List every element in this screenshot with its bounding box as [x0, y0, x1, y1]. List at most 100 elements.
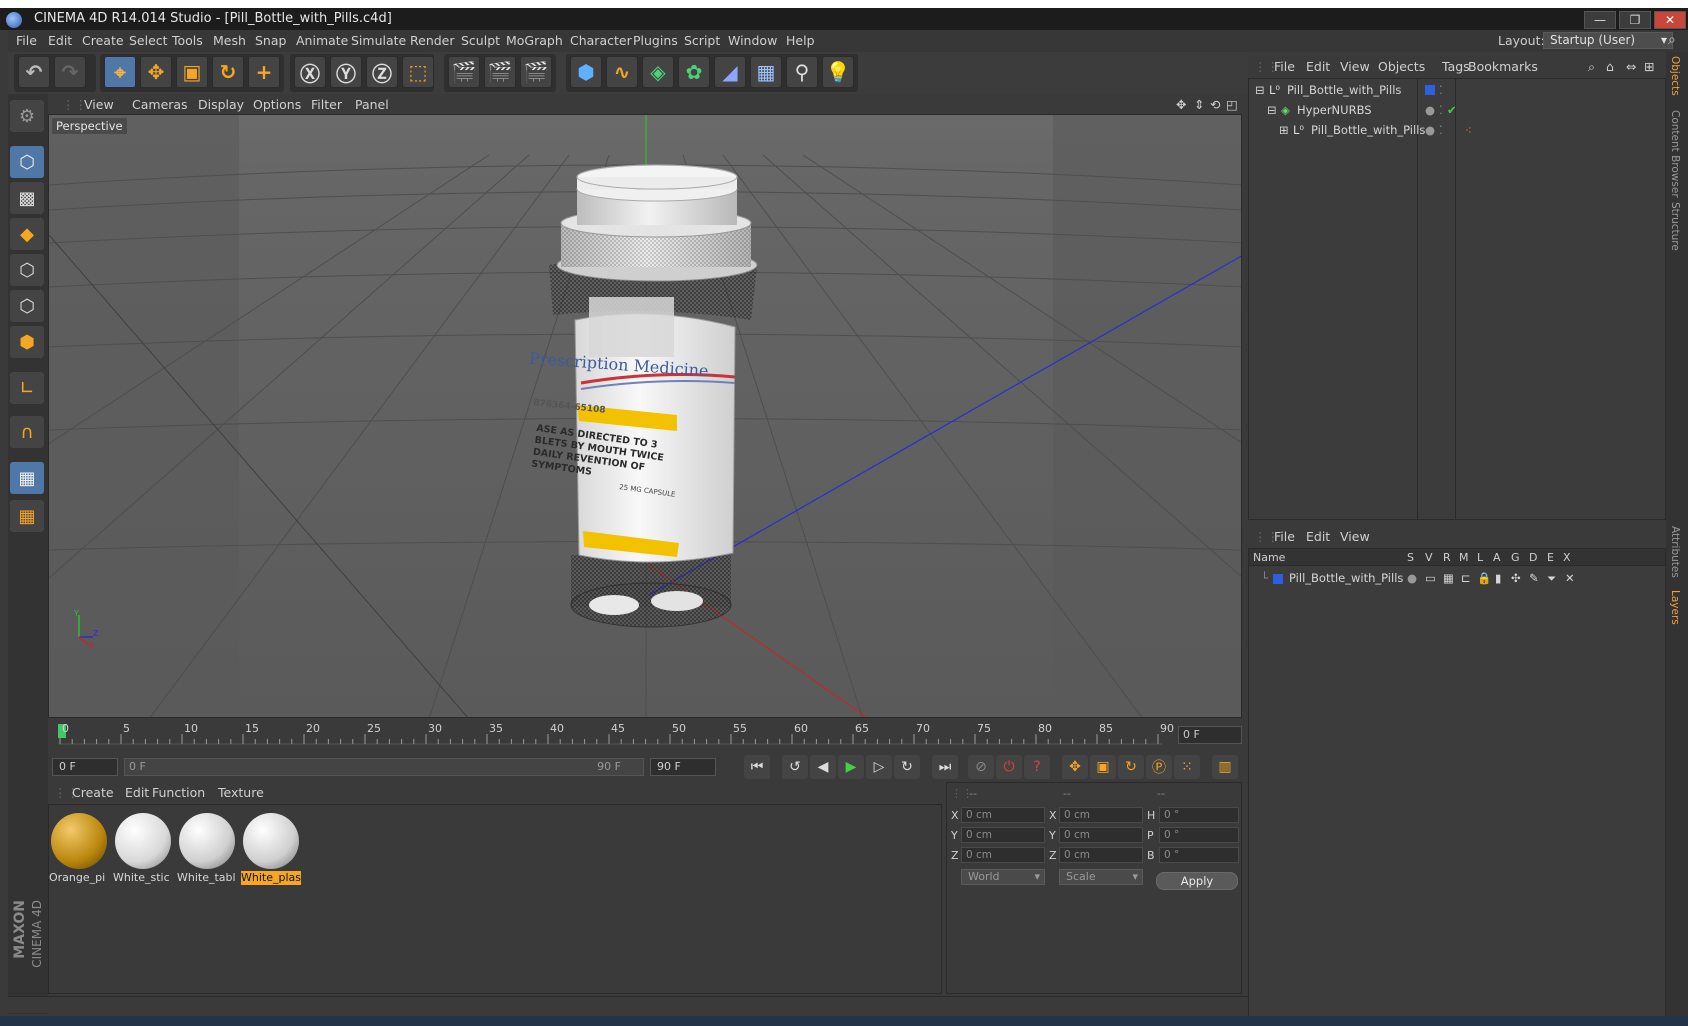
render-view-icon[interactable]: 🎬: [448, 56, 480, 88]
layer-color-swatch[interactable]: [1273, 574, 1283, 584]
material-swatch-white-tabl[interactable]: White_tabl: [177, 813, 237, 889]
expand-icon[interactable]: ⊟: [1267, 103, 1277, 117]
key-parameter-icon[interactable]: Ⓟ: [1146, 755, 1172, 779]
objects-menu-edit[interactable]: Edit: [1306, 59, 1330, 74]
new-window-icon[interactable]: ⊞: [1644, 59, 1654, 74]
menu-tools[interactable]: Tools: [172, 33, 203, 48]
viewport-camera-label[interactable]: Perspective: [52, 118, 127, 134]
cinema4d-app-icon[interactable]: [6, 12, 22, 28]
viewport-menu-panel[interactable]: Panel: [355, 97, 389, 112]
render-toggle-icon[interactable]: ▦: [1443, 571, 1454, 585]
layer-dot[interactable]: ●: [1425, 103, 1435, 117]
next-frame-icon[interactable]: ▷: [866, 755, 892, 779]
key-rotation-icon[interactable]: ↻: [1118, 755, 1144, 779]
menu-snap[interactable]: Snap: [255, 33, 286, 48]
solo-toggle-icon[interactable]: ●: [1407, 571, 1417, 585]
column-animation[interactable]: A: [1493, 551, 1501, 564]
axis-mode-icon[interactable]: ∟: [10, 372, 44, 404]
viewport-menu-display[interactable]: Display: [198, 97, 244, 112]
undo-icon[interactable]: ↶: [18, 56, 50, 88]
pos-x-field[interactable]: 0 cm: [961, 807, 1045, 823]
go-to-end-icon[interactable]: ⏭: [932, 755, 958, 779]
layer-row[interactable]: └ Pill_Bottle_with_Pills ● ▭ ▦ ⊏ 🔒 ▮ ✣ ✎…: [1253, 571, 1663, 589]
preview-range-slider[interactable]: 0 F 90 F: [124, 758, 644, 776]
menu-sculpt[interactable]: Sculpt: [461, 33, 500, 48]
menu-animate[interactable]: Animate: [296, 33, 348, 48]
3d-viewport[interactable]: Prescription Medicine 876364-65108 ASE A…: [48, 114, 1242, 718]
floor-object-icon[interactable]: ▦: [750, 56, 782, 88]
column-view[interactable]: V: [1425, 551, 1433, 564]
objects-menu-tags[interactable]: Tags: [1442, 59, 1470, 74]
visibility-dots[interactable]: ⁚: [1439, 123, 1443, 137]
column-solo[interactable]: S: [1407, 551, 1414, 564]
edges-mode-icon[interactable]: ⬡: [10, 290, 44, 322]
keyframe-selection-icon[interactable]: ?: [1024, 755, 1050, 779]
polygons-mode-icon[interactable]: ⬢: [10, 326, 44, 358]
size-y-field[interactable]: 0 cm: [1059, 827, 1143, 843]
size-x-field[interactable]: 0 cm: [1059, 807, 1143, 823]
model-mode-icon[interactable]: ⬡: [10, 146, 44, 178]
size-mode-dropdown[interactable]: Scale ▾: [1059, 869, 1143, 885]
key-scale-icon[interactable]: ▣: [1090, 755, 1116, 779]
material-swatch-white-stic[interactable]: White_stic: [113, 813, 173, 889]
mograph-cloner-icon[interactable]: ✿: [678, 56, 710, 88]
material-menu-function[interactable]: Function: [152, 785, 205, 800]
menu-render[interactable]: Render: [410, 33, 455, 48]
coordinate-space-dropdown[interactable]: World ▾: [961, 869, 1045, 885]
autokey-icon[interactable]: ⏻: [996, 755, 1022, 779]
menu-edit[interactable]: Edit: [48, 33, 72, 48]
menu-script[interactable]: Script: [684, 33, 720, 48]
viewport-menu-options[interactable]: Options: [253, 97, 301, 112]
y-axis-lock-icon[interactable]: Ⓨ: [330, 56, 362, 88]
play-forward-icon[interactable]: ▶: [838, 755, 864, 779]
deformers-toggle-icon[interactable]: ✎: [1529, 571, 1539, 585]
column-name[interactable]: Name: [1253, 551, 1285, 564]
column-locked[interactable]: L: [1477, 551, 1483, 564]
tab-structure[interactable]: Structure: [1669, 202, 1681, 251]
rot-h-field[interactable]: 0 °: [1159, 807, 1239, 823]
add-object-icon[interactable]: +: [248, 56, 280, 88]
previous-frame-icon[interactable]: ◀: [810, 755, 836, 779]
layers-menu-view[interactable]: View: [1340, 529, 1370, 544]
expand-icon[interactable]: ⊟: [1255, 83, 1265, 97]
collapse-icon[interactable]: ⇔: [1626, 59, 1636, 74]
tab-layers[interactable]: Layers: [1669, 590, 1681, 625]
generators-toggle-icon[interactable]: ✣: [1511, 571, 1521, 585]
visibility-dots[interactable]: ⁚: [1439, 103, 1443, 117]
z-axis-lock-icon[interactable]: Ⓩ: [366, 56, 398, 88]
search-icon[interactable]: ⌕: [1588, 59, 1595, 75]
current-frame-field[interactable]: 0 F: [1178, 726, 1242, 744]
rotate-tool-icon[interactable]: ↻: [212, 56, 244, 88]
layer-dot[interactable]: ●: [1425, 123, 1435, 137]
orbit-view-icon[interactable]: ⟲: [1210, 97, 1220, 112]
max-time-field[interactable]: 90 F: [650, 758, 716, 776]
home-icon[interactable]: ⌂: [1606, 59, 1614, 74]
material-menu-create[interactable]: Create: [72, 785, 114, 800]
menu-select[interactable]: Select: [129, 33, 168, 48]
tab-content-browser[interactable]: Content Browser: [1669, 110, 1681, 198]
redo-icon[interactable]: ↷: [54, 56, 86, 88]
points-mode-icon[interactable]: ⬡: [10, 254, 44, 286]
spline-pen-icon[interactable]: ∿: [606, 56, 638, 88]
go-to-start-icon[interactable]: ⏮: [744, 755, 770, 779]
tab-attributes[interactable]: Attributes: [1669, 526, 1681, 578]
timeline-window-icon[interactable]: ▥: [1212, 755, 1238, 779]
layers-menu-edit[interactable]: Edit: [1306, 529, 1330, 544]
search-icon[interactable]: ⌕: [1668, 32, 1676, 48]
dolly-view-icon[interactable]: ⇕: [1194, 97, 1204, 112]
column-render[interactable]: R: [1443, 551, 1451, 564]
render-settings-icon[interactable]: 🎬: [520, 56, 552, 88]
visibility-dots[interactable]: ⁚: [1439, 83, 1443, 97]
texture-mode-icon[interactable]: ▩: [10, 182, 44, 214]
material-swatch-orange-pi[interactable]: Orange_pi: [49, 813, 109, 889]
layout-dropdown[interactable]: Startup (User) ▾: [1543, 32, 1673, 49]
light-object-icon[interactable]: 💡: [822, 56, 854, 88]
material-tags-icon[interactable]: ⁖: [1465, 123, 1472, 137]
view-toggle-icon[interactable]: ▭: [1425, 571, 1436, 585]
manager-toggle-icon[interactable]: ⊏: [1461, 571, 1471, 585]
expand-icon[interactable]: ⊞: [1279, 123, 1289, 137]
close-button[interactable]: ✕: [1654, 11, 1686, 29]
lock-toggle-icon[interactable]: 🔒: [1477, 571, 1491, 585]
viewport-menu-view[interactable]: View: [84, 97, 114, 112]
material-swatch-white-plas[interactable]: White_plas: [241, 813, 301, 889]
